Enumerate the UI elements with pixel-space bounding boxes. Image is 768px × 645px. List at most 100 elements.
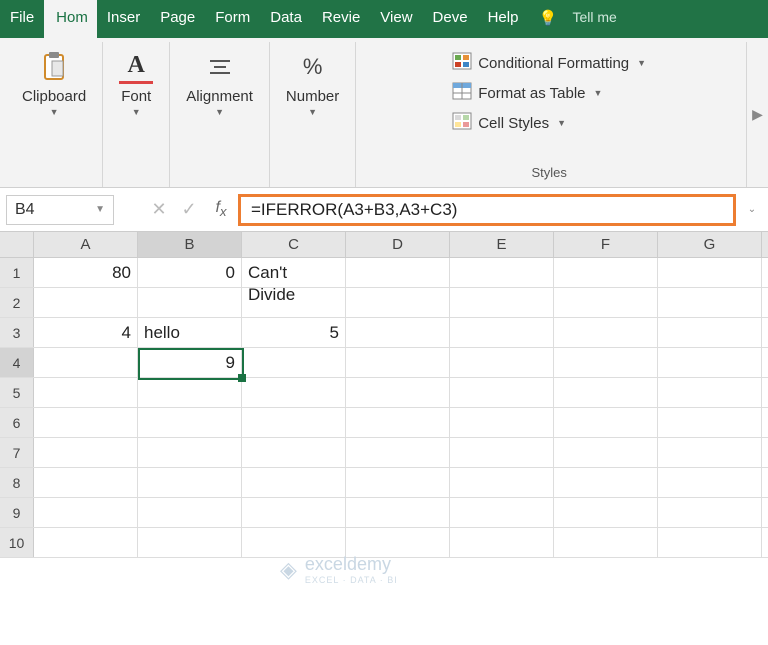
cell-A2[interactable] — [34, 288, 138, 317]
tab-insert[interactable]: Inser — [97, 0, 150, 38]
cell-B6[interactable] — [138, 408, 242, 437]
cell-A6[interactable] — [34, 408, 138, 437]
cell-C9[interactable] — [242, 498, 346, 527]
row-header-6[interactable]: 6 — [0, 408, 34, 437]
cell-E10[interactable] — [450, 528, 554, 557]
cell-G5[interactable] — [658, 378, 762, 407]
tellme-icon[interactable]: 💡 — [528, 0, 566, 38]
tab-page-layout[interactable]: Page — [150, 0, 205, 38]
cell-D2[interactable] — [346, 288, 450, 317]
cell-A3[interactable]: 4 — [34, 318, 138, 347]
col-header-C[interactable]: C — [242, 232, 346, 257]
cell-styles-button[interactable]: Cell Styles ▼ — [450, 108, 648, 138]
cell-D1[interactable] — [346, 258, 450, 287]
cell-B4[interactable]: 9 — [138, 348, 242, 377]
col-header-E[interactable]: E — [450, 232, 554, 257]
cell-B5[interactable] — [138, 378, 242, 407]
cell-F6[interactable] — [554, 408, 658, 437]
col-header-B[interactable]: B — [138, 232, 242, 257]
format-as-table-button[interactable]: Format as Table ▼ — [450, 78, 648, 108]
formula-input[interactable]: =IFERROR(A3+B3,A3+C3) — [238, 194, 736, 226]
cell-F5[interactable] — [554, 378, 658, 407]
cell-E9[interactable] — [450, 498, 554, 527]
tab-formulas[interactable]: Form — [205, 0, 260, 38]
conditional-formatting-button[interactable]: Conditional Formatting ▼ — [450, 48, 648, 78]
cell-F7[interactable] — [554, 438, 658, 467]
cell-G6[interactable] — [658, 408, 762, 437]
enter-formula-button[interactable]: ✓ — [174, 199, 204, 220]
formula-bar-expand[interactable]: ⌄ — [742, 204, 762, 215]
cell-B9[interactable] — [138, 498, 242, 527]
cell-A9[interactable] — [34, 498, 138, 527]
cell-A4[interactable] — [34, 348, 138, 377]
row-header-10[interactable]: 10 — [0, 528, 34, 557]
number-button[interactable]: % Number ▼ — [282, 44, 343, 123]
cell-C7[interactable] — [242, 438, 346, 467]
cell-B1[interactable]: 0 — [138, 258, 242, 287]
cell-D7[interactable] — [346, 438, 450, 467]
cell-E6[interactable] — [450, 408, 554, 437]
cell-F9[interactable] — [554, 498, 658, 527]
ribbon-scroll-right[interactable]: ▶ — [746, 42, 768, 187]
cell-E2[interactable] — [450, 288, 554, 317]
cell-F4[interactable] — [554, 348, 658, 377]
col-header-G[interactable]: G — [658, 232, 762, 257]
cell-E4[interactable] — [450, 348, 554, 377]
tellme-input[interactable]: Tell me — [566, 0, 768, 38]
cell-F3[interactable] — [554, 318, 658, 347]
col-header-A[interactable]: A — [34, 232, 138, 257]
cancel-formula-button[interactable]: ✕ — [144, 199, 174, 220]
cell-G10[interactable] — [658, 528, 762, 557]
row-header-7[interactable]: 7 — [0, 438, 34, 467]
cell-C4[interactable] — [242, 348, 346, 377]
cell-D5[interactable] — [346, 378, 450, 407]
cell-D4[interactable] — [346, 348, 450, 377]
cell-C2[interactable] — [242, 288, 346, 317]
alignment-button[interactable]: Alignment ▼ — [182, 44, 257, 123]
name-box[interactable]: B4 ▼ — [6, 195, 114, 225]
col-header-F[interactable]: F — [554, 232, 658, 257]
fx-icon[interactable]: fx — [204, 199, 238, 219]
cell-B2[interactable] — [138, 288, 242, 317]
tab-review[interactable]: Revie — [312, 0, 370, 38]
cell-B7[interactable] — [138, 438, 242, 467]
cell-G2[interactable] — [658, 288, 762, 317]
select-all-button[interactable] — [0, 232, 34, 257]
cell-E7[interactable] — [450, 438, 554, 467]
cell-E1[interactable] — [450, 258, 554, 287]
cell-A10[interactable] — [34, 528, 138, 557]
tab-file[interactable]: File — [0, 0, 44, 38]
tab-view[interactable]: View — [370, 0, 422, 38]
cell-E5[interactable] — [450, 378, 554, 407]
tab-help[interactable]: Help — [478, 0, 529, 38]
cell-A7[interactable] — [34, 438, 138, 467]
cell-B8[interactable] — [138, 468, 242, 497]
cell-A8[interactable] — [34, 468, 138, 497]
cell-C5[interactable] — [242, 378, 346, 407]
cell-F8[interactable] — [554, 468, 658, 497]
cell-F10[interactable] — [554, 528, 658, 557]
cell-G9[interactable] — [658, 498, 762, 527]
row-header-9[interactable]: 9 — [0, 498, 34, 527]
row-header-4[interactable]: 4 — [0, 348, 34, 377]
row-header-2[interactable]: 2 — [0, 288, 34, 317]
cell-G3[interactable] — [658, 318, 762, 347]
cell-D6[interactable] — [346, 408, 450, 437]
col-header-D[interactable]: D — [346, 232, 450, 257]
cell-D8[interactable] — [346, 468, 450, 497]
row-header-3[interactable]: 3 — [0, 318, 34, 347]
cell-A1[interactable]: 80 — [34, 258, 138, 287]
cell-C3[interactable]: 5 — [242, 318, 346, 347]
cell-G7[interactable] — [658, 438, 762, 467]
cell-C10[interactable] — [242, 528, 346, 557]
cell-B3[interactable]: hello — [138, 318, 242, 347]
cell-F2[interactable] — [554, 288, 658, 317]
font-button[interactable]: A Font ▼ — [115, 44, 157, 123]
tab-home[interactable]: Hom — [44, 0, 97, 38]
cell-G4[interactable] — [658, 348, 762, 377]
cell-D3[interactable] — [346, 318, 450, 347]
cell-G8[interactable] — [658, 468, 762, 497]
cell-C6[interactable] — [242, 408, 346, 437]
cell-G1[interactable] — [658, 258, 762, 287]
cell-E8[interactable] — [450, 468, 554, 497]
